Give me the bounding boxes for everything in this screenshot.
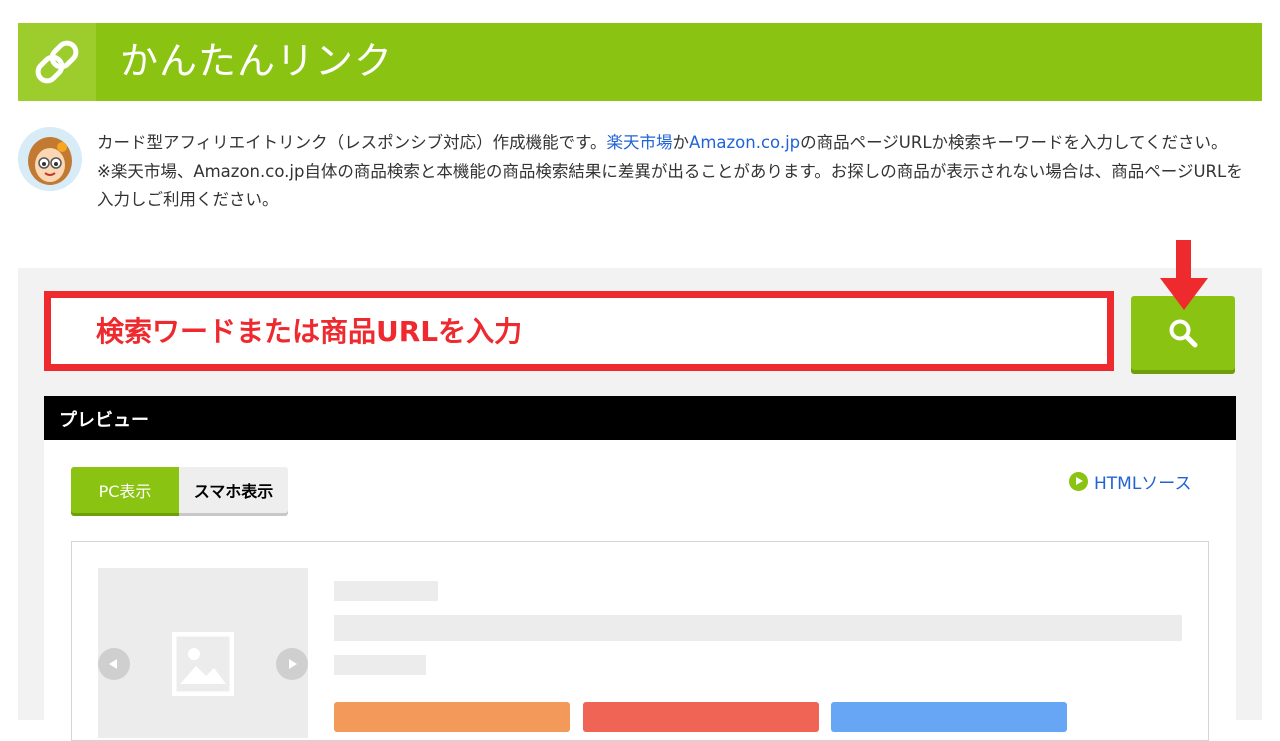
search-box-highlight [44,291,1114,371]
tab-smartphone-view[interactable]: スマホ表示 [179,467,288,513]
preview-header: プレビュー [44,396,1236,440]
html-source-label: HTMLソース [1094,474,1192,494]
annotation-arrow-icon [1160,240,1208,310]
link-chain-icon [35,40,79,84]
carousel-prev-button[interactable] [98,648,130,680]
text-placeholder-short [334,581,438,601]
html-source-link[interactable]: HTMLソース [1069,469,1191,494]
shop-button-placeholder-1[interactable] [334,702,570,732]
amazon-link[interactable]: Amazon.co.jp [689,133,800,152]
preview-title: プレビュー [59,410,149,431]
image-placeholder [98,568,308,738]
intro-note: ※楽天市場、Amazon.co.jp自体の商品検索と本機能の商品検索結果に差異が… [97,161,1243,210]
shop-button-placeholder-3[interactable] [831,702,1067,732]
intro-text: カード型アフィリエイトリンク（レスポンシブ対応）作成機能です。楽天市場かAmaz… [97,129,1257,215]
text-placeholder-title [334,615,1182,641]
mascot-avatar-icon [18,127,82,191]
search-input[interactable] [51,298,1107,364]
shop-button-placeholder-2[interactable] [583,702,819,732]
page-header: かんたんリンク [18,23,1262,101]
search-icon [1169,319,1198,348]
carousel-next-button[interactable] [276,648,308,680]
avatar [18,127,82,191]
header-icon-box [18,23,96,101]
intro-connector: か [672,133,690,152]
image-icon [172,632,234,696]
page-title: かんたんリンク [120,39,394,83]
intro-line-prefix: カード型アフィリエイトリンク（レスポンシブ対応）作成機能です。 [97,133,607,152]
tab-pc-view[interactable]: PC表示 [71,467,179,513]
play-circle-icon [1069,472,1088,491]
rakuten-link[interactable]: 楽天市場 [607,133,673,152]
intro-line-suffix: の商品ページURLか検索キーワードを入力してください。 [800,133,1228,152]
text-placeholder-price [334,655,426,675]
